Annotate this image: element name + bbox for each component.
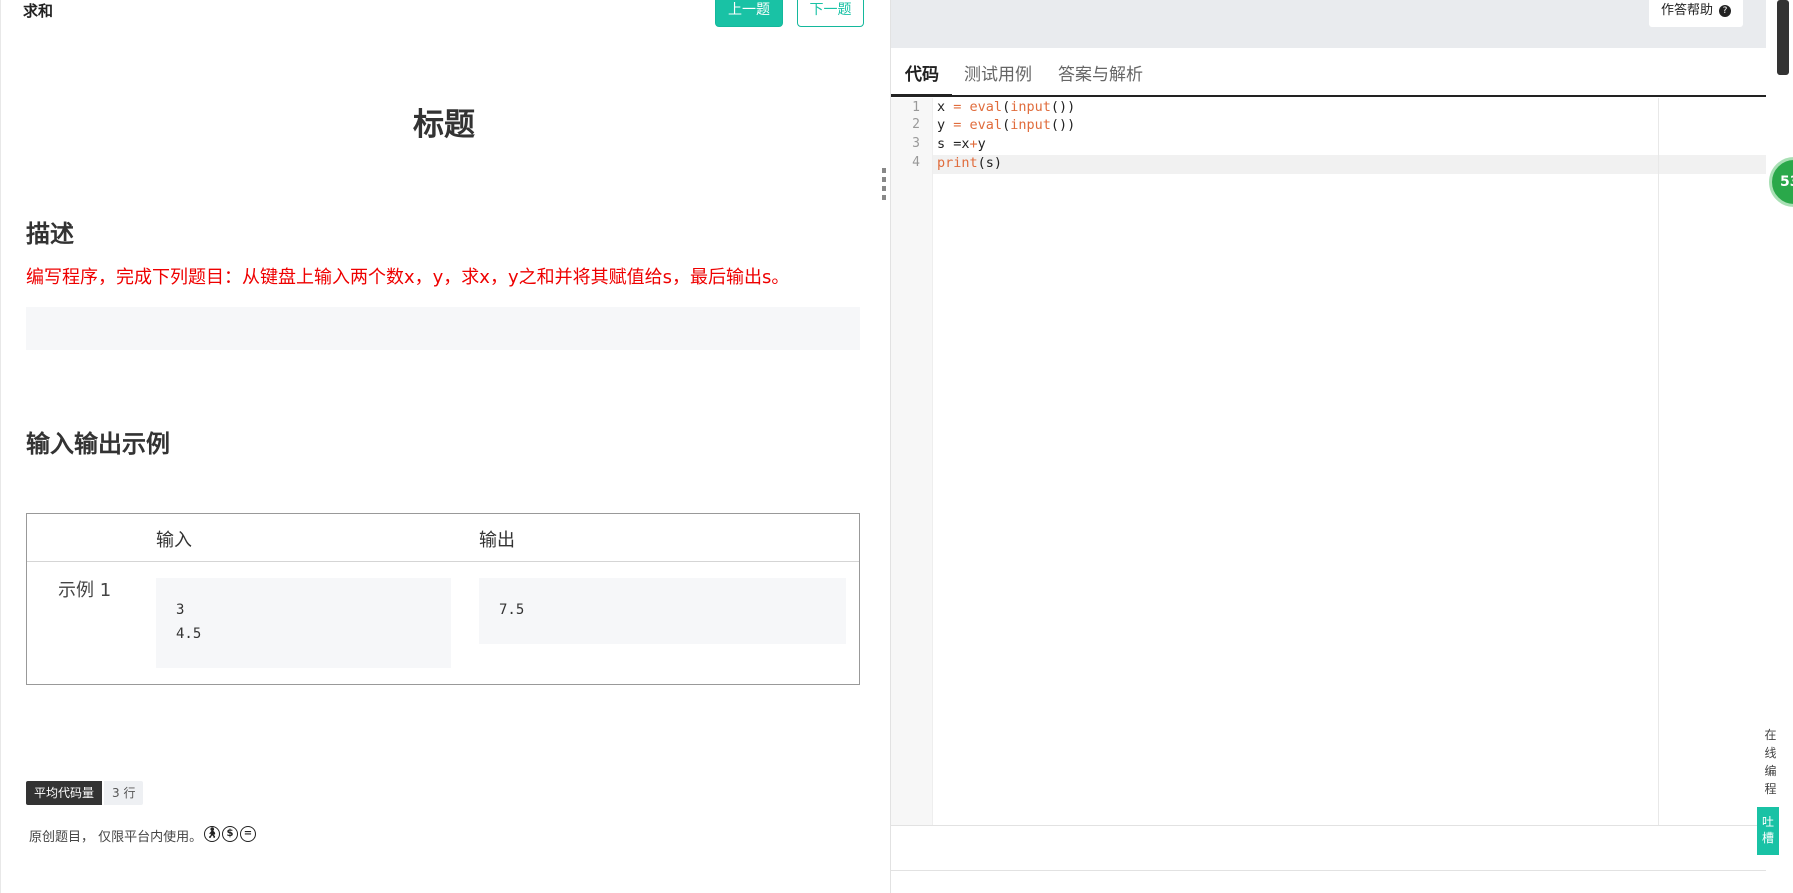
problem-name: 求和: [23, 2, 54, 20]
timer-badge[interactable]: 53: [1769, 157, 1793, 207]
copyright-text: 原创题目， 仅限平台内使用。: [29, 830, 203, 845]
prev-question-button[interactable]: 上一题: [715, 0, 783, 27]
question-circle-icon: ?: [1719, 4, 1732, 17]
code-tabs: 代码 测试用例 答案与解析: [891, 48, 1766, 97]
line-number: 3: [912, 136, 920, 151]
line-number: 2: [912, 117, 920, 132]
panel-splitter-handle[interactable]: [882, 168, 888, 208]
code-line-4[interactable]: print(s): [937, 155, 1002, 171]
line-number-gutter: 1 2 3 4: [891, 98, 933, 825]
active-tab-indicator: [891, 94, 952, 97]
description-heading: 描述: [26, 220, 74, 248]
table-header-row: 输入 输出: [27, 514, 859, 562]
code-panel: 作答帮助? 代码 测试用例 答案与解析 1 2 3 4 x = eval(inp…: [890, 0, 1766, 893]
cc-nd-icon: =: [240, 826, 256, 842]
description-text: 编写程序，完成下列题目：从键盘上输入两个数x，y，求x，y之和并将其赋值给s，最…: [26, 267, 790, 288]
line-number: 1: [912, 100, 920, 115]
page-scrollbar[interactable]: [1777, 0, 1789, 75]
code-panel-topbar: 作答帮助?: [891, 0, 1766, 48]
active-line-highlight: [933, 155, 1766, 174]
cc-nc-icon: $: [222, 826, 238, 842]
avg-code-size-label: 平均代码量: [26, 781, 103, 805]
line-number: 4: [912, 155, 920, 170]
problem-panel: 求和 上一题 下一题 标题 描述 编写程序，完成下列题目：从键盘上输入两个数x，…: [0, 0, 889, 893]
example-input-value: 3 4.5: [156, 578, 451, 668]
tab-test-cases[interactable]: 测试用例: [964, 60, 1032, 85]
tab-answer-analysis[interactable]: 答案与解析: [1058, 60, 1143, 85]
example-output-value: 7.5: [479, 578, 846, 644]
code-line-2[interactable]: y = eval(input()): [937, 117, 1075, 133]
avg-code-size-value: 3 行: [104, 781, 144, 805]
feedback-button[interactable]: 吐槽: [1757, 807, 1779, 855]
answer-help-button[interactable]: 作答帮助?: [1649, 0, 1744, 27]
print-margin: [1658, 98, 1659, 825]
io-example-heading: 输入输出示例: [26, 430, 170, 458]
tab-code[interactable]: 代码: [905, 60, 939, 85]
example-label: 示例 1: [58, 580, 112, 601]
cc-by-icon: 🚶︎: [204, 826, 220, 842]
next-question-button[interactable]: 下一题: [797, 0, 864, 27]
cc-license-icons[interactable]: 🚶︎ $ =: [204, 826, 256, 842]
page-title: 标题: [413, 107, 475, 143]
help-label: 作答帮助: [1661, 3, 1714, 18]
description-code-block: [26, 307, 860, 350]
code-line-3[interactable]: s =x+y: [937, 136, 986, 152]
code-editor[interactable]: 1 2 3 4 x = eval(input()) y = eval(input…: [891, 98, 1766, 825]
column-header-input: 输入: [156, 530, 192, 551]
io-example-table: 输入 输出 示例 1 3 4.5 7.5: [26, 513, 860, 685]
editor-footer: [891, 825, 1766, 871]
code-line-1[interactable]: x = eval(input()): [937, 99, 1075, 115]
online-coding-label: 在线编程: [1764, 728, 1777, 796]
column-header-output: 输出: [479, 530, 515, 551]
